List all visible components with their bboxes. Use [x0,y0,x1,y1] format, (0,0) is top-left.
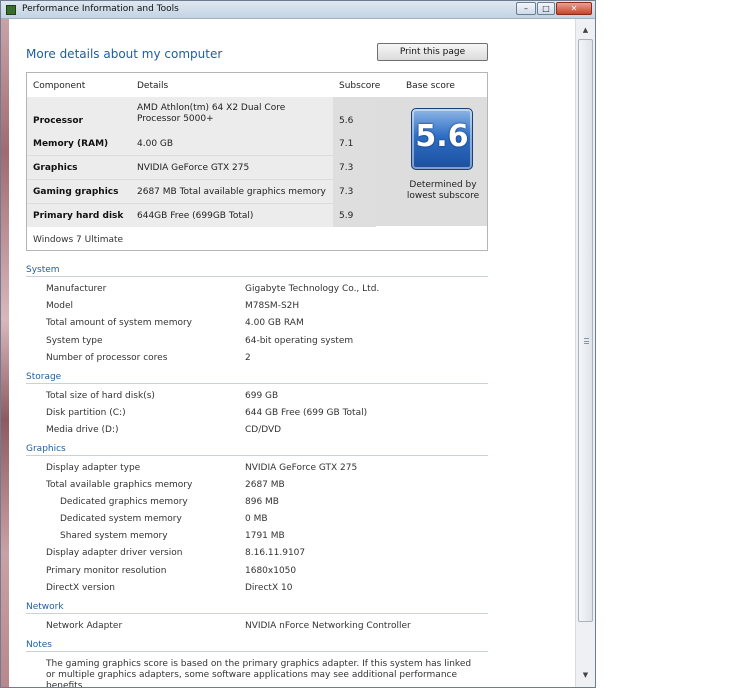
graphics-label: Dedicated system memory [60,514,182,524]
base-score-caption-line2: lowest subscore [406,191,480,201]
graphics-label: Display adapter type [46,463,141,473]
storage-label: Media drive (D:) [46,425,119,435]
system-label: Manufacturer [46,284,107,294]
background-strip [1,19,9,687]
system-value: 2 [245,353,251,363]
header-subscore: Subscore [339,81,381,91]
graphics-value: DirectX 10 [245,583,293,593]
storage-label: Total size of hard disk(s) [46,391,155,401]
minimize-button[interactable]: – [516,2,536,15]
print-button[interactable]: Print this page [377,43,488,61]
details-content: More details about my computer Print thi… [9,19,575,687]
windows-edition: Windows 7 Ultimate [33,235,124,245]
section-notes: Notes [26,640,488,652]
graphics-value: 1680x1050 [245,566,297,576]
header-base-score: Base score [406,81,455,91]
graphics-label: Total available graphics memory [46,480,193,490]
header-component: Component [33,81,86,91]
base-score-caption: Determined by lowest subscore [395,180,491,202]
section-network: Network [26,602,488,614]
graphics-label: Display adapter driver version [46,548,183,558]
score-row-hard-disk: Primary hard disk 644GB Free (699GB Tota… [27,204,376,227]
system-value: 4.00 GB RAM [245,318,304,328]
component-name: Primary hard disk [33,211,124,221]
scroll-down-arrow-icon[interactable]: ▼ [578,668,593,683]
graphics-value: NVIDIA GeForce GTX 275 [245,463,358,473]
base-score-value: 5.6 [415,119,469,154]
title-bar[interactable]: Performance Information and Tools – □ ✕ [1,1,595,19]
component-subscore: 7.3 [333,156,376,179]
graphics-label: Shared system memory [60,531,168,541]
system-label: Model [46,301,74,311]
network-label: Network Adapter [46,621,123,631]
section-system: System [26,265,488,277]
storage-value: 644 GB Free (699 GB Total) [245,408,368,418]
component-subscore: 7.3 [333,180,376,203]
graphics-value: 2687 MB [245,480,285,490]
header-details: Details [137,81,169,91]
component-subscore: 5.9 [333,204,376,227]
graphics-label: Dedicated graphics memory [60,497,188,507]
score-row-graphics: Graphics NVIDIA GeForce GTX 275 7.3 [27,156,376,179]
scroll-up-arrow-icon[interactable]: ▲ [578,23,593,38]
component-name: Processor [33,116,83,126]
component-details: NVIDIA GeForce GTX 275 [137,163,250,173]
system-value: M78SM-S2H [245,301,300,311]
component-details: 4.00 GB [137,139,174,149]
component-details: 644GB Free (699GB Total) [137,211,254,221]
score-table: Component Details Subscore Base score Pr… [26,72,488,251]
graphics-value: 8.16.11.9107 [245,548,306,558]
component-details: AMD Athlon(tm) 64 X2 Dual Core Processor… [137,103,286,124]
close-button[interactable]: ✕ [556,2,592,15]
component-subscore: 7.1 [333,132,376,155]
base-score-caption-line1: Determined by [409,180,477,190]
page-title: More details about my computer [26,47,223,61]
maximize-button[interactable]: □ [537,2,555,15]
system-label: Number of processor cores [46,353,168,363]
window-title: Performance Information and Tools [22,4,179,14]
component-subscore: 5.6 [333,97,376,132]
system-label: Total amount of system memory [46,318,193,328]
score-row-processor: Processor AMD Athlon(tm) 64 X2 Dual Core… [27,97,376,132]
component-name: Graphics [33,163,78,173]
system-value: 64-bit operating system [245,336,354,346]
section-storage: Storage [26,372,488,384]
system-label: System type [46,336,103,346]
graphics-value: 896 MB [245,497,279,507]
performance-window: Performance Information and Tools – □ ✕ … [0,0,596,688]
score-row-memory: Memory (RAM) 4.00 GB 7.1 [27,132,376,155]
component-details: 2687 MB Total available graphics memory [137,187,326,197]
scrollbar-thumb[interactable] [578,39,593,622]
score-row-gaming-graphics: Gaming graphics 2687 MB Total available … [27,180,376,203]
notes-text: The gaming graphics score is based on th… [46,659,472,687]
storage-label: Disk partition (C:) [46,408,126,418]
graphics-label: DirectX version [46,583,115,593]
graphics-label: Primary monitor resolution [46,566,167,576]
graphics-value: 1791 MB [245,531,285,541]
component-name: Gaming graphics [33,187,119,197]
storage-value: 699 GB [245,391,279,401]
system-value: Gigabyte Technology Co., Ltd. [245,284,380,294]
base-score-badge: 5.6 [411,108,473,170]
score-table-header: Component Details Subscore Base score [27,73,487,97]
graphics-value: 0 MB [245,514,268,524]
grip-icon [584,338,589,344]
network-value: NVIDIA nForce Networking Controller [245,621,411,631]
section-graphics: Graphics [26,444,488,456]
storage-value: CD/DVD [245,425,282,435]
vertical-scrollbar[interactable]: ▲ ▼ [575,19,595,687]
app-icon [6,5,16,15]
component-name: Memory (RAM) [33,139,109,149]
